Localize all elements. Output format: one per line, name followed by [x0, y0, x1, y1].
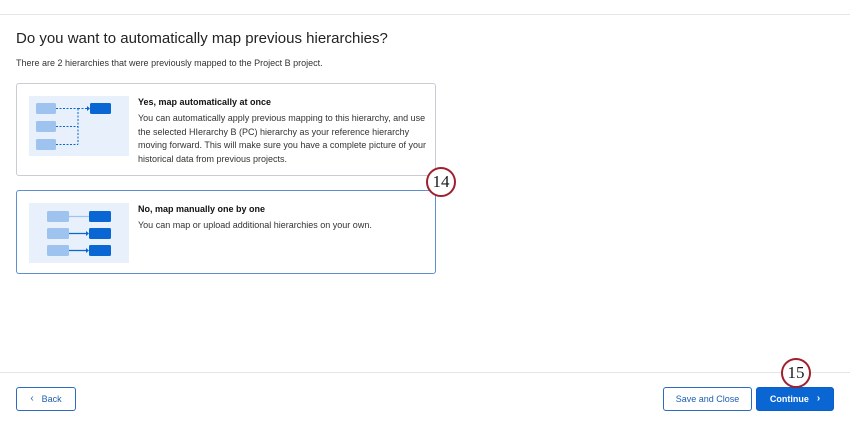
- auto-mapping-illustration: [29, 96, 129, 156]
- save-button-label: Save and Close: [675, 394, 740, 404]
- source-node-1: [36, 103, 56, 114]
- top-divider: [0, 14, 850, 15]
- target-node: [90, 103, 111, 114]
- chevron-left-icon: ‹: [30, 393, 34, 404]
- back-button[interactable]: ‹ Back: [16, 387, 76, 411]
- manual-mapping-diagram: [47, 211, 111, 256]
- option-auto-title: Yes, map automatically at once: [138, 97, 272, 107]
- arrow-head-2: [86, 231, 89, 236]
- continue-button-label: Continue: [769, 394, 809, 404]
- option-auto-description: You can automatically apply previous map…: [138, 113, 426, 164]
- continue-button[interactable]: Continue ›: [756, 387, 834, 411]
- target-node-2: [89, 228, 111, 239]
- dashed-connectors: [56, 108, 87, 145]
- page-title: Do you want to automatically map previou…: [16, 30, 388, 47]
- step-callout-14: 14: [426, 167, 456, 197]
- mapping-dialog: Do you want to automatically map previou…: [0, 0, 850, 425]
- option-map-automatically[interactable]: Yes, map automatically at once You can a…: [16, 83, 436, 176]
- arrow-head-3: [86, 248, 89, 253]
- back-button-label: Back: [41, 394, 62, 404]
- page-subtitle: There are 2 hierarchies that were previo…: [16, 58, 323, 68]
- option-map-manually[interactable]: No, map manually one by one You can map …: [16, 190, 436, 274]
- target-node-1: [89, 211, 111, 222]
- save-and-close-button[interactable]: Save and Close: [663, 387, 752, 411]
- footer-divider: [0, 372, 850, 373]
- source-node-3: [47, 245, 69, 256]
- option-manual-description: You can map or upload additional hierarc…: [138, 220, 372, 230]
- source-node-2: [47, 228, 69, 239]
- chevron-right-icon: ›: [816, 393, 821, 404]
- manual-mapping-illustration: [29, 203, 129, 263]
- option-manual-title: No, map manually one by one: [138, 204, 266, 214]
- step-callout-15: 15: [781, 358, 811, 388]
- source-node-1: [47, 211, 69, 222]
- source-node-2: [36, 121, 56, 132]
- target-node-3: [89, 245, 111, 256]
- arrow-head: [87, 106, 90, 111]
- auto-mapping-diagram: [36, 103, 111, 150]
- source-node-3: [36, 139, 56, 150]
